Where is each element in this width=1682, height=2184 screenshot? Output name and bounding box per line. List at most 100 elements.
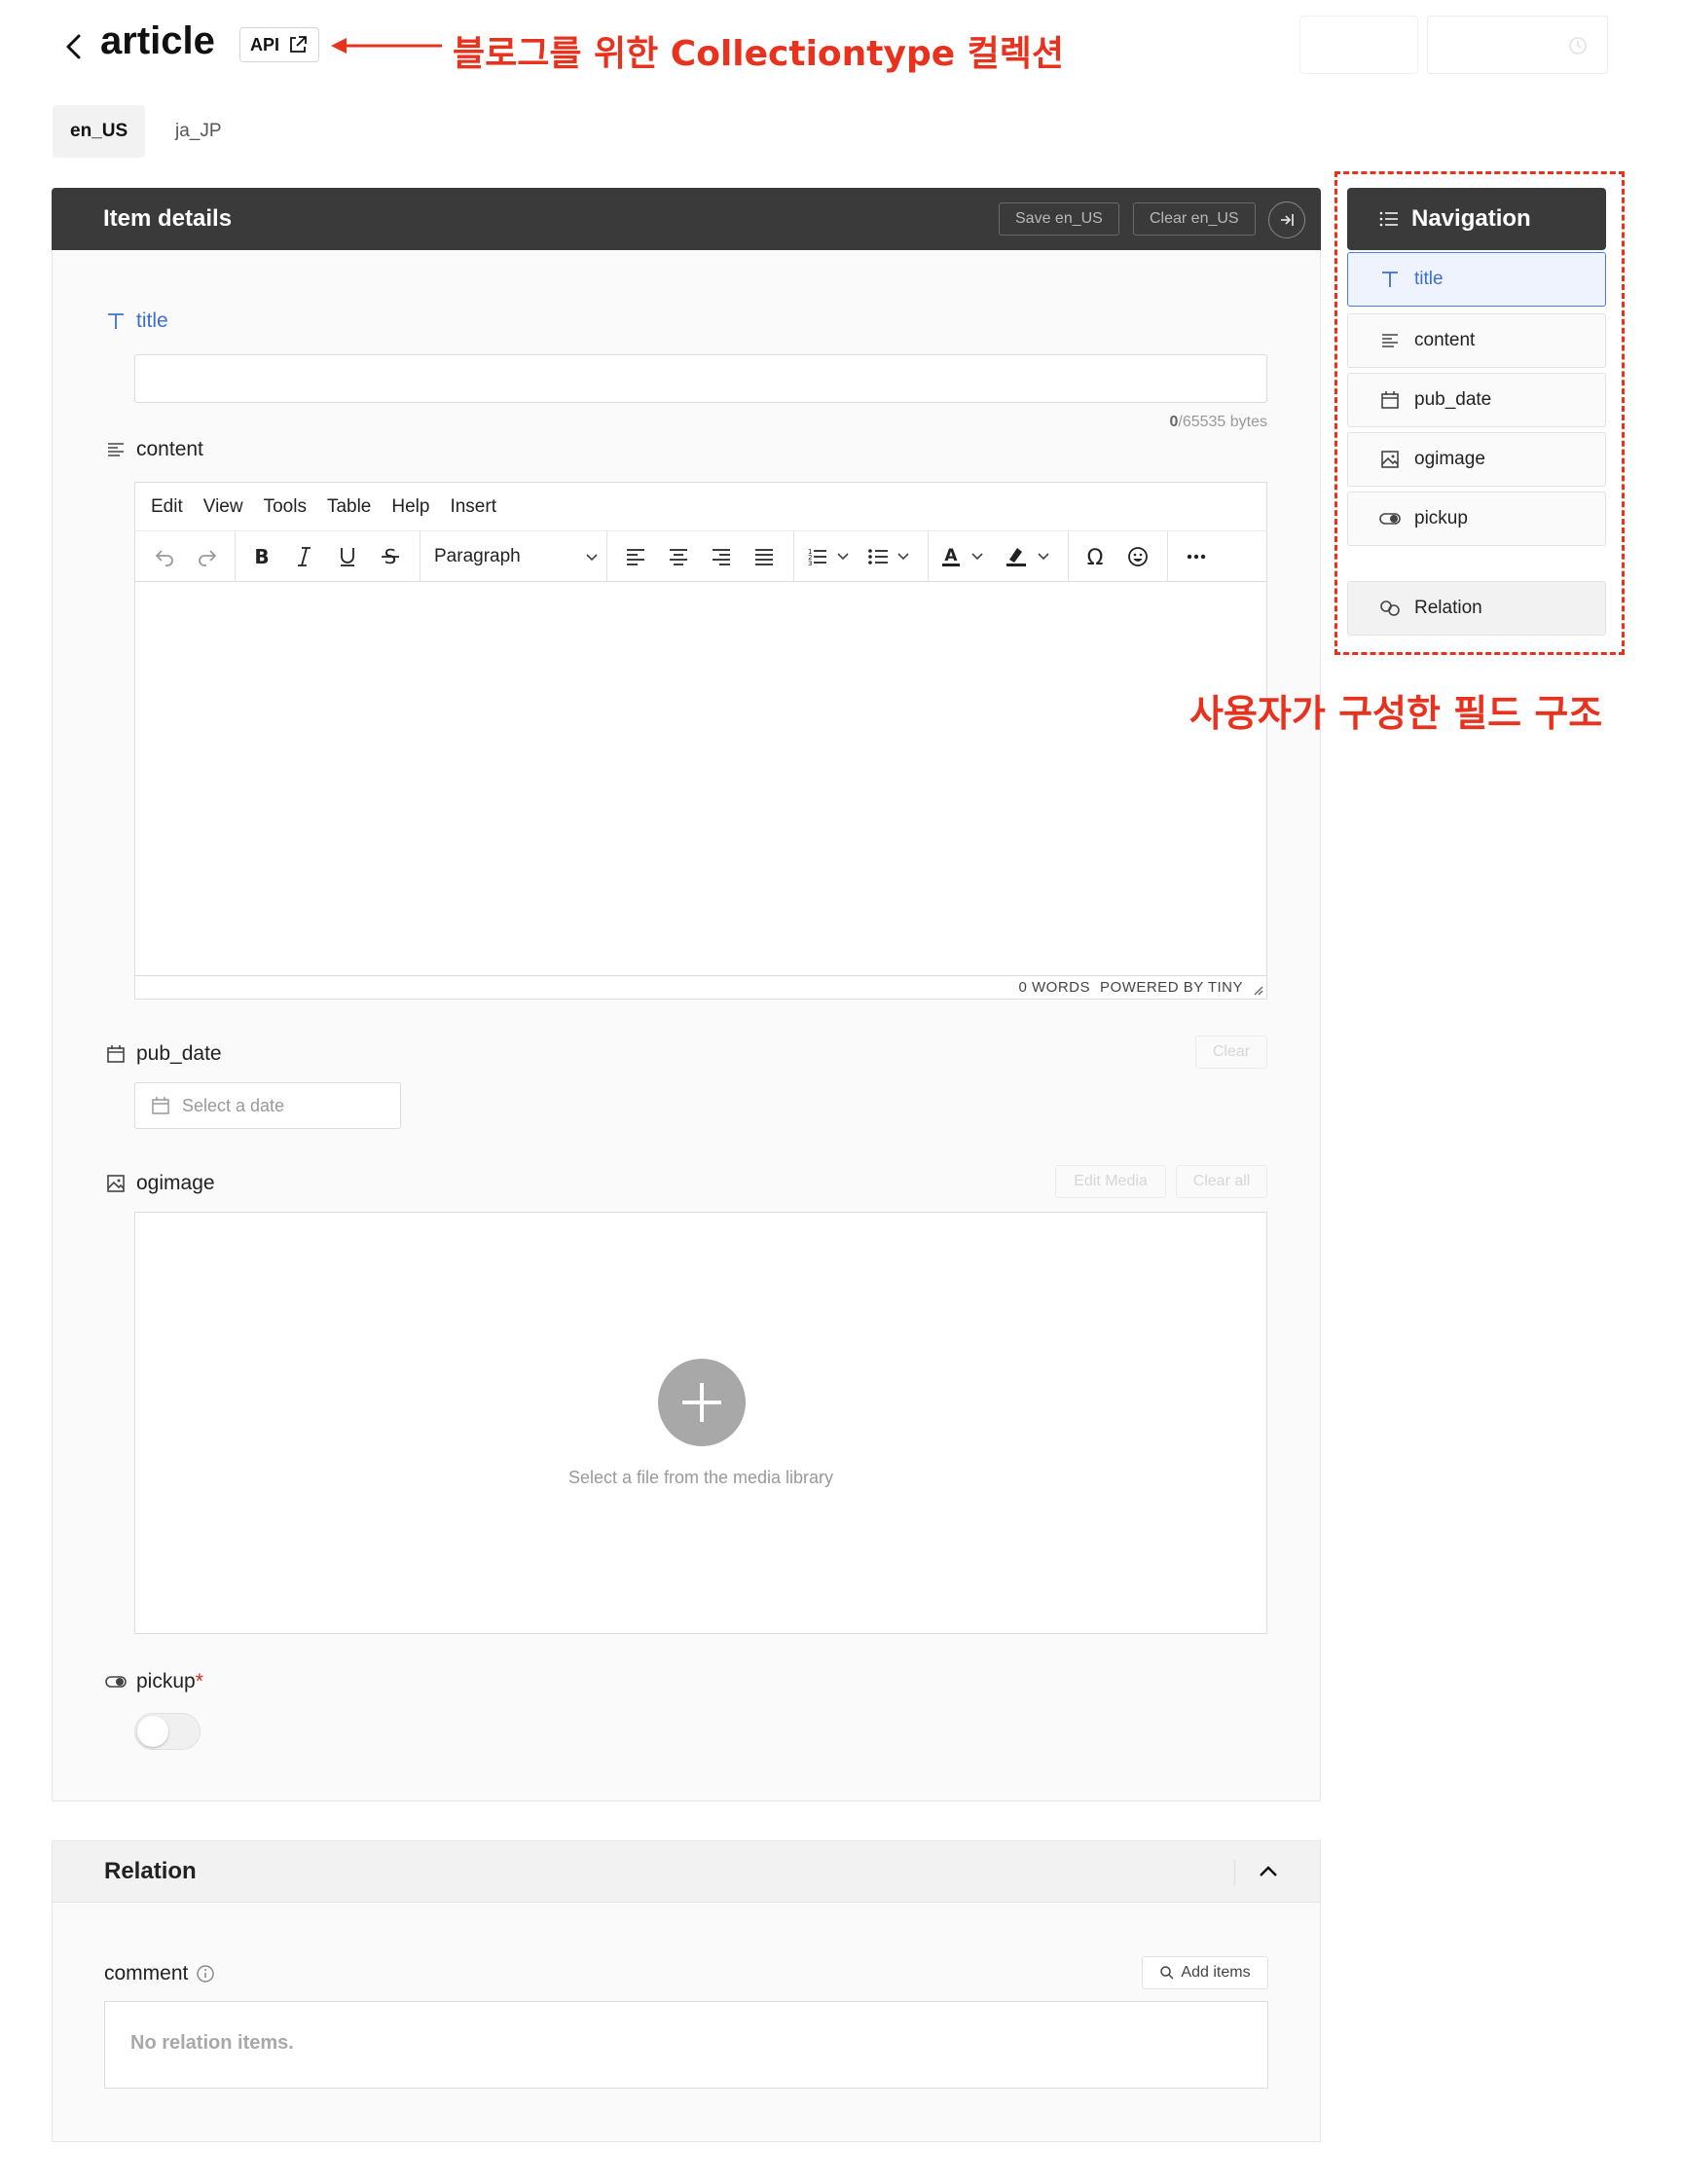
more-icon[interactable]	[1175, 531, 1218, 582]
block-format-select[interactable]: Paragraph	[434, 531, 600, 582]
align-center-icon[interactable]	[659, 531, 698, 582]
field-label-pickup: pickup*	[105, 1670, 203, 1693]
navigation-header: Navigation	[1347, 188, 1606, 250]
header-history-button[interactable]	[1427, 16, 1608, 74]
annotation-fields-note: 사용자가 구성한 필드 구조	[1189, 692, 1603, 735]
nav-item-relation[interactable]: Relation	[1347, 581, 1606, 636]
chevron-up-icon[interactable]	[1256, 1859, 1281, 1884]
add-items-button[interactable]: Add items	[1142, 1956, 1268, 1989]
align-justify-icon[interactable]	[745, 531, 784, 582]
nav-item-ogimage[interactable]: ogimage	[1347, 432, 1606, 487]
header-action-button[interactable]	[1299, 16, 1418, 74]
tab-locale-ja-jp[interactable]: ja_JP	[158, 105, 239, 158]
clear-locale-button[interactable]: Clear en_US	[1133, 202, 1256, 236]
align-right-icon[interactable]	[702, 531, 741, 582]
clear-all-button[interactable]: Clear all	[1176, 1165, 1267, 1198]
align-left-icon[interactable]	[616, 531, 655, 582]
italic-icon[interactable]	[285, 531, 324, 582]
editor-menubar: Edit View Tools Table Help Insert	[135, 483, 1266, 531]
rich-text-icon	[105, 439, 127, 460]
bold-icon[interactable]: B	[242, 531, 281, 582]
date-picker-input[interactable]: Select a date	[134, 1082, 401, 1129]
menu-help[interactable]: Help	[391, 496, 429, 518]
menu-edit[interactable]: Edit	[151, 496, 183, 518]
menu-view[interactable]: View	[203, 496, 243, 518]
required-mark: *	[195, 1670, 203, 1693]
relation-section-header[interactable]	[52, 1840, 1321, 1903]
rich-text-icon	[1379, 330, 1401, 351]
highlight-color-icon[interactable]	[1000, 531, 1062, 582]
image-icon	[1379, 449, 1401, 470]
svg-text:3: 3	[808, 560, 812, 567]
page-title: article	[100, 19, 215, 62]
editor-statusbar: 0 WORDS POWERED BY TINY	[135, 975, 1266, 999]
underline-icon[interactable]	[328, 531, 367, 582]
text-icon	[105, 310, 127, 332]
field-label-content: content	[105, 438, 203, 461]
date-placeholder: Select a date	[182, 1095, 285, 1115]
list-icon	[1378, 208, 1400, 230]
nav-item-pub-date[interactable]: pub_date	[1347, 373, 1606, 427]
annotation-collection-note: 블로그를 위한 Collectiontype 컬렉션	[453, 34, 1065, 74]
toggle-icon	[1379, 508, 1401, 529]
edit-media-button[interactable]: Edit Media	[1055, 1165, 1166, 1198]
plus-icon	[682, 1383, 721, 1422]
relation-section-title: Relation	[104, 1858, 197, 1884]
text-color-icon[interactable]: A	[935, 531, 998, 582]
text-icon	[1379, 269, 1401, 290]
field-label-pub-date: pub_date	[105, 1042, 222, 1066]
field-label-ogimage: ogimage	[105, 1172, 215, 1195]
save-locale-button[interactable]: Save en_US	[999, 202, 1119, 236]
clear-date-button[interactable]: Clear	[1195, 1036, 1267, 1069]
image-icon	[105, 1173, 127, 1194]
field-label-comment: comment	[104, 1962, 215, 1985]
svg-text:Ω: Ω	[1087, 546, 1104, 568]
item-details-header	[52, 188, 1321, 250]
clock-icon	[1568, 36, 1588, 55]
tab-locale-en-us[interactable]: en_US	[53, 105, 146, 158]
numbered-list-icon[interactable]: 123	[801, 531, 859, 582]
api-badge[interactable]: API	[239, 27, 320, 62]
item-details-title: Item details	[103, 205, 233, 232]
nav-item-content[interactable]: content	[1347, 313, 1606, 368]
toggle-icon	[105, 1671, 127, 1693]
byte-counter: 0/65535 bytes	[1169, 414, 1267, 430]
undo-icon[interactable]	[145, 531, 184, 582]
search-icon	[1159, 1965, 1175, 1981]
strikethrough-icon[interactable]: S	[371, 531, 410, 582]
calendar-icon	[105, 1043, 127, 1065]
menu-insert[interactable]: Insert	[450, 496, 496, 518]
menu-table[interactable]: Table	[327, 496, 371, 518]
powered-by-tiny[interactable]: POWERED BY TINY	[1100, 979, 1243, 996]
resize-handle-icon[interactable]	[1252, 984, 1263, 996]
divider	[1234, 1860, 1235, 1885]
annotation-arrow	[329, 35, 444, 56]
redo-icon[interactable]	[188, 531, 227, 582]
rich-text-editor: Edit View Tools Table Help Insert B S Pa…	[134, 482, 1267, 1000]
media-library-hint: Select a file from the media library	[567, 1468, 834, 1487]
nav-item-title[interactable]: title	[1347, 252, 1606, 307]
chevron-down-icon	[586, 554, 598, 562]
add-media-button[interactable]	[658, 1359, 746, 1446]
svg-text:B: B	[254, 545, 269, 568]
svg-text:A: A	[944, 546, 958, 565]
word-count: 0 WORDS	[1018, 979, 1091, 996]
collapse-right-icon	[1281, 214, 1294, 226]
calendar-icon	[151, 1096, 170, 1115]
external-link-icon	[287, 34, 309, 55]
calendar-icon	[1379, 389, 1401, 411]
back-icon[interactable]	[56, 29, 91, 64]
collapse-panel-button[interactable]	[1268, 201, 1305, 238]
menu-tools[interactable]: Tools	[264, 496, 307, 518]
emoji-icon[interactable]	[1118, 531, 1157, 582]
pickup-toggle[interactable]	[134, 1713, 201, 1750]
link-icon	[1379, 598, 1401, 619]
info-icon[interactable]	[196, 1964, 215, 1984]
bullet-list-icon[interactable]	[861, 531, 920, 582]
api-badge-label: API	[250, 34, 280, 55]
nav-item-pickup[interactable]: pickup	[1347, 491, 1606, 546]
title-input[interactable]	[134, 354, 1267, 403]
field-label-title: title	[105, 309, 168, 333]
empty-relation-text: No relation items.	[130, 2032, 294, 2054]
special-character-icon[interactable]: Ω	[1076, 531, 1115, 582]
